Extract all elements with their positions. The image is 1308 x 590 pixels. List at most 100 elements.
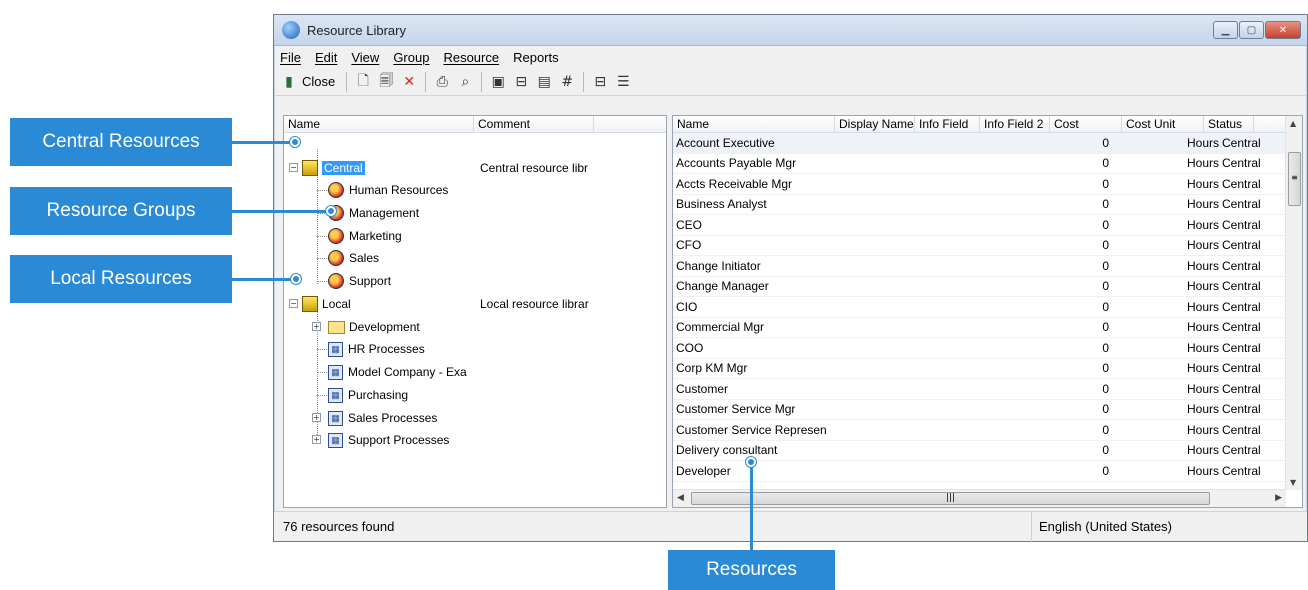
collapse-central-toggle[interactable]: −: [289, 163, 298, 172]
resource-name-cell: Accts Receivable Mgr: [676, 176, 793, 191]
new-resource-icon[interactable]: 🗐: [377, 73, 395, 91]
card-view-icon[interactable]: ▤: [535, 73, 553, 91]
horizontal-scrollbar[interactable]: ◀ ||| ▶: [673, 489, 1286, 507]
menu-reports[interactable]: Reports: [513, 50, 559, 65]
table-row[interactable]: Delivery consultant 0 Hours Central: [673, 441, 1302, 461]
table-row[interactable]: Developer 0 Hours Central: [673, 461, 1302, 482]
tree-node-support[interactable]: Support: [328, 271, 391, 291]
tree-comment-local: Local resource librar: [480, 297, 589, 311]
table-row[interactable]: Change Manager 0 Hours Central: [673, 277, 1302, 297]
menu-resource[interactable]: Resource: [443, 50, 499, 65]
cost-cell: 0: [1102, 320, 1109, 335]
grid-header-cost-unit[interactable]: Cost Unit: [1122, 116, 1204, 132]
status-cell: Central: [1222, 176, 1261, 191]
group-icon: [328, 228, 344, 244]
table-row[interactable]: Account Executive 0 Hours Central: [673, 133, 1302, 154]
tree-node-label: Human Resources: [349, 183, 449, 197]
table-row[interactable]: CEO 0 Hours Central: [673, 215, 1302, 236]
expand-sales-processes-toggle[interactable]: +: [312, 413, 321, 422]
grid-header-name[interactable]: Name: [673, 116, 835, 132]
tree-node-management[interactable]: Management: [328, 203, 419, 223]
table-row[interactable]: Commercial Mgr 0 Hours Central: [673, 318, 1302, 338]
expand-development-toggle[interactable]: +: [312, 322, 321, 331]
scroll-right-icon[interactable]: ▶: [1275, 493, 1282, 503]
split-horizontal-icon[interactable]: ⊟: [591, 73, 609, 91]
table-row[interactable]: Customer Service Represen 0 Hours Central: [673, 420, 1302, 441]
status-cell: Central: [1222, 361, 1261, 376]
table-row[interactable]: CFO 0 Hours Central: [673, 236, 1302, 256]
maximize-button[interactable]: ▢: [1239, 21, 1264, 39]
toolbar-close-button[interactable]: ▮ Close: [280, 73, 339, 91]
vertical-scroll-thumb[interactable]: ≡: [1288, 152, 1301, 206]
grid-header-info-field[interactable]: Info Field: [915, 116, 980, 132]
tree-node-purchasing[interactable]: ▦ Purchasing: [328, 385, 408, 405]
tree-node-central[interactable]: Central: [302, 158, 365, 178]
table-row[interactable]: COO 0 Hours Central: [673, 338, 1302, 359]
table-row[interactable]: Corp KM Mgr 0 Hours Central: [673, 359, 1302, 379]
new-document-icon[interactable]: 🗋: [354, 73, 372, 91]
tree-node-local[interactable]: Local: [302, 294, 351, 314]
toolbar-close-label: Close: [302, 74, 336, 89]
tree-node-human-resources[interactable]: Human Resources: [328, 180, 448, 200]
close-window-button[interactable]: ✕: [1265, 21, 1301, 39]
toolbar-separator: [583, 71, 585, 92]
tree-header-name[interactable]: Name: [284, 116, 474, 132]
resource-name-cell: CIO: [676, 299, 698, 314]
toolbar-separator: [346, 71, 348, 92]
horizontal-scroll-thumb[interactable]: |||: [691, 492, 1210, 505]
tree-node-label: Support Processes: [348, 433, 450, 447]
table-row[interactable]: Accounts Payable Mgr 0 Hours Central: [673, 154, 1302, 174]
tree-node-development[interactable]: Development: [328, 317, 420, 337]
scroll-up-icon[interactable]: ▲: [1290, 119, 1296, 128]
vertical-scrollbar[interactable]: ▲ ≡ ▼: [1285, 116, 1302, 490]
grid-header-display-name[interactable]: Display Name: [835, 116, 915, 132]
resource-name-cell: Corp KM Mgr: [676, 361, 748, 376]
tree-node-hr-processes[interactable]: ▦ HR Processes: [328, 339, 425, 359]
cost-cell: 0: [1102, 197, 1109, 212]
grid-header-status[interactable]: Status: [1204, 116, 1254, 132]
resource-count-status: 76 resources found: [283, 519, 395, 534]
table-row[interactable]: Change Initiator 0 Hours Central: [673, 256, 1302, 277]
menu-file[interactable]: File: [280, 50, 301, 65]
print-preview-icon[interactable]: ⌕: [456, 73, 474, 91]
properties-icon[interactable]: ▣: [489, 73, 507, 91]
expand-support-processes-toggle[interactable]: +: [312, 435, 321, 444]
grid-header-info-field-2[interactable]: Info Field 2: [980, 116, 1050, 132]
table-row[interactable]: Customer 0 Hours Central: [673, 379, 1302, 400]
cost-cell: 0: [1102, 361, 1109, 376]
cost-unit-cell: Hours: [1186, 217, 1219, 232]
table-row[interactable]: Business Analyst 0 Hours Central: [673, 195, 1302, 215]
toolbar-separator: [425, 71, 427, 92]
menu-edit[interactable]: Edit: [315, 50, 337, 65]
tree-node-sales-processes[interactable]: ▦ Sales Processes: [328, 408, 437, 428]
menu-group[interactable]: Group: [393, 50, 429, 65]
scroll-down-icon[interactable]: ▼: [1290, 478, 1296, 487]
process-icon: ▦: [328, 432, 343, 448]
status-cell: Central: [1222, 443, 1261, 458]
grid-icon[interactable]: #: [558, 73, 576, 91]
delete-icon[interactable]: ✕: [400, 73, 418, 91]
tree-node-marketing[interactable]: Marketing: [328, 226, 402, 246]
resource-tree-pane: Name Comment − Central Central resource …: [283, 115, 667, 508]
grid-header-cost[interactable]: Cost: [1050, 116, 1122, 132]
collapse-local-toggle[interactable]: −: [289, 299, 298, 308]
minimize-button[interactable]: ▁: [1213, 21, 1238, 39]
table-row[interactable]: Customer Service Mgr 0 Hours Central: [673, 400, 1302, 420]
tree-header-comment[interactable]: Comment: [474, 116, 594, 132]
tree-node-support-processes[interactable]: ▦ Support Processes: [328, 430, 449, 450]
table-row[interactable]: Accts Receivable Mgr 0 Hours Central: [673, 174, 1302, 195]
form-view-icon[interactable]: ⊟: [512, 73, 530, 91]
menu-view[interactable]: View: [351, 50, 379, 65]
list-view-icon[interactable]: ☰: [614, 73, 632, 91]
cost-unit-cell: Hours: [1186, 299, 1219, 314]
print-icon[interactable]: ⎙: [433, 73, 451, 91]
tree-node-model-company[interactable]: ▦ Model Company - Exa: [328, 362, 467, 382]
cost-cell: 0: [1102, 422, 1109, 437]
scroll-left-icon[interactable]: ◀: [677, 493, 684, 503]
toolbar-separator: [481, 71, 483, 92]
table-row[interactable]: CIO 0 Hours Central: [673, 297, 1302, 318]
group-icon: [328, 273, 344, 289]
cost-cell: 0: [1102, 217, 1109, 232]
tree-node-label: Sales: [349, 251, 380, 265]
tree-node-sales[interactable]: Sales: [328, 248, 379, 268]
